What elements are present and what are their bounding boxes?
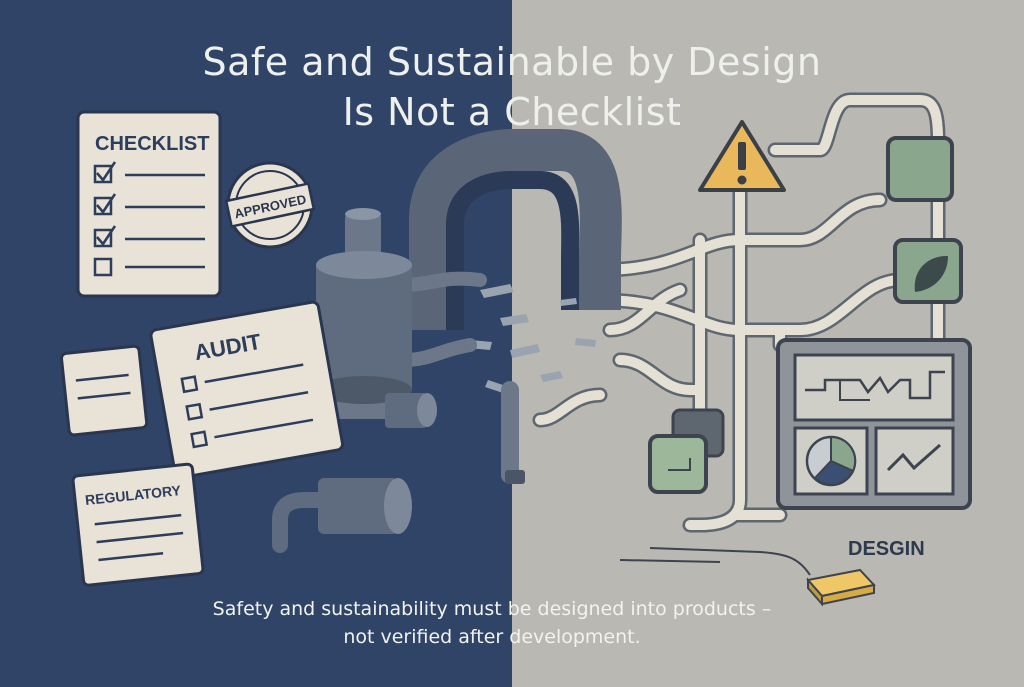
checklist-document: CHECKLIST [76, 110, 222, 298]
caption-line-1: Safety and sustainability must be design… [212, 598, 772, 620]
checklist-label: CHECKLIST [95, 133, 209, 155]
approved-stamp: APPROVED [224, 161, 316, 249]
design-dashboard [776, 338, 972, 510]
design-label: DESGIN [848, 538, 925, 560]
illustration: DESGIN CHECKLIST APPROVED AUDIT REGULATO… [0, 0, 1024, 687]
title-line-1: Safe and Sustainable by Design [202, 40, 822, 84]
pipe-cap [505, 470, 525, 484]
title-line-2: Is Not a Checklist [342, 90, 682, 134]
audit-document: AUDIT [149, 300, 345, 480]
leaf-module [893, 238, 963, 304]
note-document [60, 344, 149, 437]
green-module-small [648, 434, 708, 494]
regulatory-document: REGULATORY [71, 462, 205, 587]
green-module [886, 136, 954, 202]
horizontal-cylinder [385, 393, 437, 428]
caption-line-2: not verified after development. [343, 626, 641, 648]
pie-chart-icon [805, 435, 857, 487]
